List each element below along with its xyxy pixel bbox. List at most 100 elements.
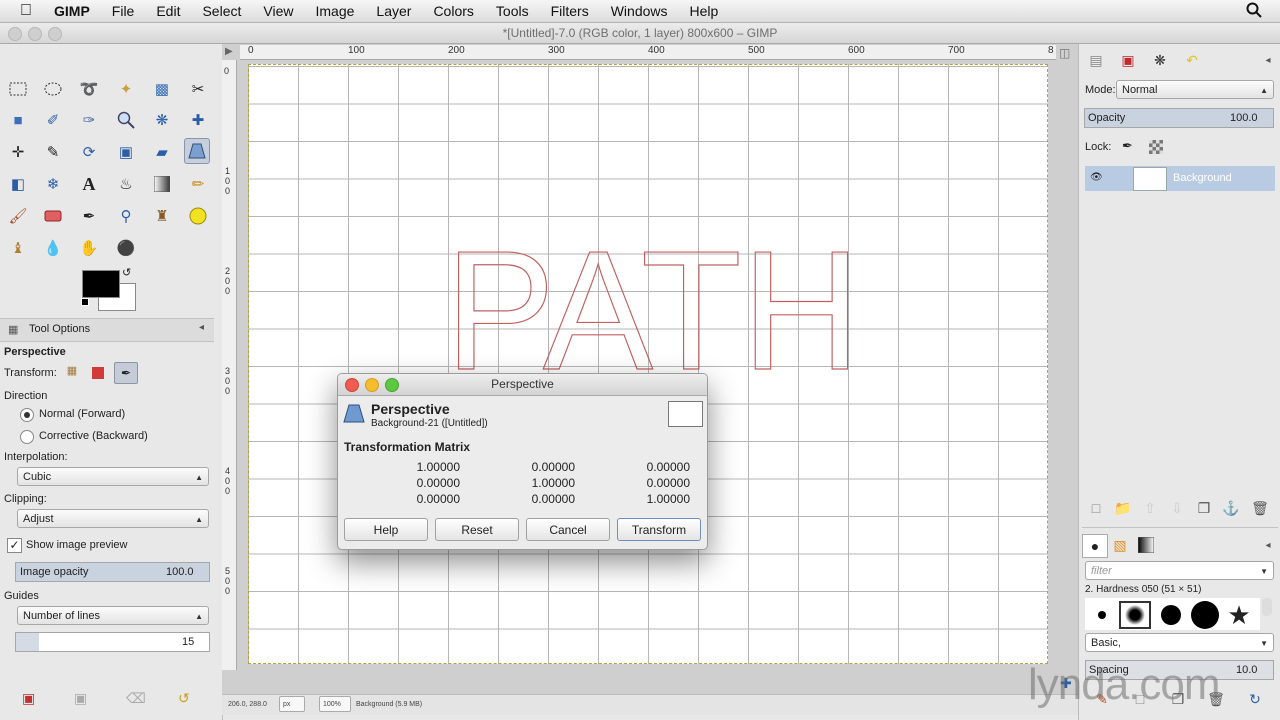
perspective-clone-icon[interactable]: ♝ bbox=[6, 236, 30, 260]
cancel-button[interactable]: Cancel bbox=[526, 518, 610, 541]
crop-icon[interactable]: ✎ bbox=[41, 140, 65, 164]
new-group-icon[interactable]: 📁 bbox=[1111, 497, 1135, 519]
raise-layer-icon[interactable]: ⇧ bbox=[1138, 497, 1162, 519]
unit-select[interactable]: px bbox=[279, 696, 305, 712]
patterns-tab-icon[interactable]: ▧ bbox=[1108, 534, 1132, 556]
radio-corrective[interactable] bbox=[20, 430, 34, 444]
reset-button[interactable]: Reset bbox=[435, 518, 519, 541]
zoom-icon[interactable] bbox=[114, 108, 138, 132]
brush-star[interactable]: ★ bbox=[1224, 600, 1254, 630]
anchor-layer-icon[interactable]: ⚓ bbox=[1219, 497, 1243, 519]
bucket-fill-icon[interactable]: ♨ bbox=[114, 172, 138, 196]
layer-opacity-slider[interactable]: Opacity 100.0 bbox=[1084, 108, 1274, 128]
scissors-icon[interactable]: ✂ bbox=[186, 77, 210, 101]
layer-name[interactable]: Background bbox=[1173, 172, 1232, 184]
brush-hardness-075[interactable] bbox=[1155, 601, 1187, 629]
interpolation-select[interactable]: Cubic ▲ bbox=[17, 467, 209, 486]
zoom-select[interactable]: 100% bbox=[319, 696, 351, 712]
smudge-icon[interactable]: ✋ bbox=[77, 236, 101, 260]
dialog-minimize-button[interactable] bbox=[365, 378, 379, 392]
lasso-icon[interactable]: ➰ bbox=[77, 77, 101, 101]
delete-options-icon[interactable]: ⌫ bbox=[126, 690, 146, 707]
foreground-color-swatch[interactable] bbox=[82, 270, 120, 298]
color-select-icon[interactable]: ▩ bbox=[150, 77, 174, 101]
new-layer-icon[interactable]: □ bbox=[1084, 497, 1108, 519]
reset-options-icon[interactable]: ↺ bbox=[178, 690, 190, 707]
undo-tab-icon[interactable]: ↶ bbox=[1180, 49, 1204, 71]
airbrush-icon[interactable]: ✒ bbox=[77, 204, 101, 228]
radio-normal[interactable] bbox=[20, 408, 34, 422]
move-icon[interactable]: ✚ bbox=[186, 108, 210, 132]
clone-icon[interactable]: ♜ bbox=[150, 204, 174, 228]
lower-layer-icon[interactable]: ⇩ bbox=[1165, 497, 1189, 519]
menu-view[interactable]: View bbox=[252, 3, 304, 19]
paintbrush-icon[interactable]: 🖌 bbox=[6, 204, 30, 228]
dodge-burn-icon[interactable]: ⚫ bbox=[114, 236, 138, 260]
transform-path-icon[interactable]: ✒ bbox=[114, 362, 138, 384]
brush-filter-input[interactable]: filter ▼ bbox=[1085, 561, 1274, 580]
ink-icon[interactable]: ⚲ bbox=[114, 204, 138, 228]
ellipse-select-icon[interactable] bbox=[41, 77, 65, 101]
paths-tab-icon[interactable]: ❋ bbox=[1148, 49, 1172, 71]
save-options-icon[interactable]: ▣ bbox=[22, 690, 35, 707]
text-tool-icon[interactable]: A bbox=[77, 172, 101, 196]
rotate-icon[interactable]: ⟳ bbox=[77, 140, 101, 164]
paths-icon[interactable]: ✐ bbox=[41, 108, 65, 132]
blur-icon[interactable]: 💧 bbox=[41, 236, 65, 260]
brushes-menu-icon[interactable]: ◂ bbox=[1256, 534, 1280, 556]
menu-tools[interactable]: Tools bbox=[485, 3, 540, 19]
brush-hardness-100[interactable] bbox=[1188, 601, 1222, 629]
guides-select[interactable]: Number of lines ▲ bbox=[17, 606, 209, 625]
tab-menu-icon[interactable]: ◂ bbox=[199, 322, 204, 333]
brushes-tab-icon[interactable]: ● bbox=[1082, 534, 1108, 558]
color-picker-icon[interactable]: ✑ bbox=[77, 108, 101, 132]
visibility-eye-icon[interactable]: 👁 bbox=[1090, 172, 1103, 183]
menu-select[interactable]: Select bbox=[191, 3, 252, 19]
apple-icon[interactable]:  bbox=[0, 2, 43, 20]
measure-icon[interactable]: ❋ bbox=[150, 108, 174, 132]
channels-tab-icon[interactable]: ▣ bbox=[1116, 49, 1140, 71]
tool-options-tab[interactable]: ▦ Tool Options ◂ bbox=[0, 318, 214, 342]
dialog-close-button[interactable] bbox=[345, 378, 359, 392]
menu-image[interactable]: Image bbox=[304, 3, 365, 19]
transform-button[interactable]: Transform bbox=[617, 518, 701, 541]
perspective-tool-icon[interactable] bbox=[184, 138, 210, 164]
menu-colors[interactable]: Colors bbox=[422, 3, 484, 19]
app-menu[interactable]: GIMP bbox=[43, 3, 101, 19]
eraser-icon[interactable] bbox=[41, 204, 65, 228]
gradients-tab-icon[interactable] bbox=[1134, 534, 1158, 556]
transform-selection-icon[interactable] bbox=[89, 364, 107, 382]
brush-hardness-050[interactable] bbox=[1119, 601, 1151, 629]
transform-layer-icon[interactable]: ▦ bbox=[63, 364, 81, 382]
clipping-select[interactable]: Adjust ▲ bbox=[17, 509, 209, 528]
canvas-menu-icon[interactable]: ▶ bbox=[225, 46, 233, 57]
default-colors-icon[interactable] bbox=[81, 298, 89, 306]
flip-icon[interactable]: ◧ bbox=[6, 172, 30, 196]
blend-icon[interactable] bbox=[150, 172, 174, 196]
menu-edit[interactable]: Edit bbox=[145, 3, 191, 19]
guides-count-slider[interactable]: 15 bbox=[15, 632, 210, 652]
cage-transform-icon[interactable]: ❄ bbox=[41, 172, 65, 196]
shear-icon[interactable]: ▰ bbox=[150, 140, 174, 164]
image-opacity-slider[interactable]: Image opacity 100.0 bbox=[15, 562, 210, 582]
brush-scrollbar[interactable] bbox=[1262, 598, 1272, 616]
menu-file[interactable]: File bbox=[101, 3, 146, 19]
fuzzy-select-icon[interactable]: ✦ bbox=[114, 77, 138, 101]
mode-select[interactable]: Normal ▲ bbox=[1116, 80, 1274, 99]
restore-options-icon[interactable]: ▣ bbox=[74, 690, 87, 707]
swap-colors-icon[interactable]: ↺ bbox=[122, 266, 131, 279]
pencil-icon[interactable]: ✏ bbox=[186, 172, 210, 196]
refresh-brushes-icon[interactable]: ↻ bbox=[1243, 688, 1267, 710]
spotlight-icon[interactable] bbox=[1246, 2, 1262, 21]
heal-icon[interactable] bbox=[186, 204, 210, 228]
brush-tag-input[interactable]: Basic, ▼ bbox=[1085, 633, 1274, 652]
lock-pixels-icon[interactable]: ✒ bbox=[1122, 138, 1133, 154]
rect-select-icon[interactable] bbox=[6, 77, 30, 101]
image-canvas[interactable]: PATH bbox=[248, 64, 1048, 664]
menu-windows[interactable]: Windows bbox=[600, 3, 679, 19]
menu-help[interactable]: Help bbox=[679, 3, 730, 19]
menu-layer[interactable]: Layer bbox=[365, 3, 422, 19]
layers-tab-icon[interactable]: ▤ bbox=[1084, 49, 1108, 71]
help-button[interactable]: Help bbox=[344, 518, 428, 541]
delete-layer-icon[interactable]: 🗑 bbox=[1248, 497, 1272, 519]
